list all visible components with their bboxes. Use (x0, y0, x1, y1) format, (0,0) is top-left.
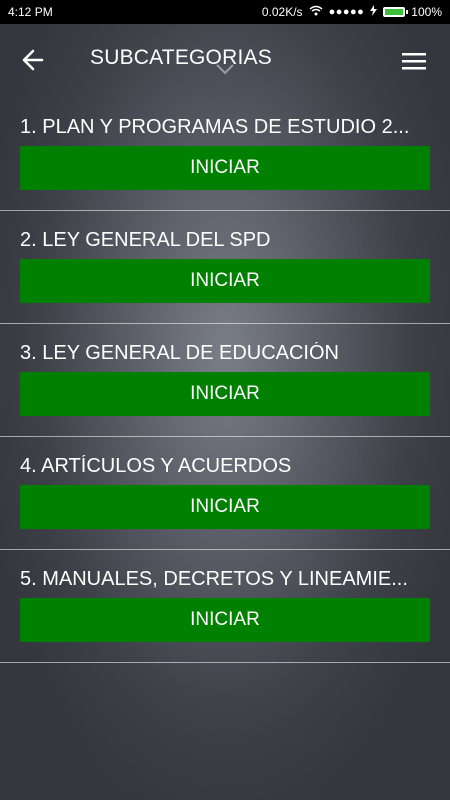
subcategory-title: 2. LEY GENERAL DEL SPD (20, 229, 271, 251)
app-bar: SUBCATEGORIAS (0, 24, 450, 96)
start-button[interactable]: INICIAR (20, 259, 430, 303)
status-time: 4:12 PM (8, 5, 53, 19)
start-button[interactable]: INICIAR (20, 598, 430, 642)
status-indicators: 0.02K/s ●●●●● 100% (262, 5, 442, 19)
list-item: 4. ARTÍCULOS Y ACUERDOS INICIAR (0, 437, 450, 550)
subcategory-title: 4. ARTÍCULOS Y ACUERDOS (20, 455, 292, 477)
status-bar: 4:12 PM 0.02K/s ●●●●● 100% (0, 0, 450, 24)
wifi-icon (309, 5, 323, 19)
subcategory-title: 1. PLAN Y PROGRAMAS DE ESTUDIO 2... (20, 116, 410, 138)
list-item: 1. PLAN Y PROGRAMAS DE ESTUDIO 2... INICI… (0, 98, 450, 211)
subcategory-title: 5. MANUALES, DECRETOS Y LINEAMIE... (20, 568, 408, 590)
list-item: 2. LEY GENERAL DEL SPD INICIAR (0, 211, 450, 324)
battery-icon (383, 7, 409, 17)
list-item: 5. MANUALES, DECRETOS Y LINEAMIE... INICI… (0, 550, 450, 663)
battery-percent: 100% (411, 5, 442, 19)
hamburger-menu-icon[interactable] (398, 49, 430, 73)
charging-icon (370, 5, 378, 19)
start-button[interactable]: INICIAR (20, 146, 430, 190)
page-title: SUBCATEGORIAS (90, 46, 272, 69)
network-speed: 0.02K/s (261, 5, 303, 19)
subcategory-list: 1. PLAN Y PROGRAMAS DE ESTUDIO 2... INICI… (0, 98, 450, 663)
back-arrow-icon[interactable] (18, 46, 50, 74)
subcategory-title: 3. LEY GENERAL DE EDUCACIÓN (20, 342, 339, 364)
start-button[interactable]: INICIAR (20, 485, 430, 529)
list-item: 3. LEY GENERAL DE EDUCACIÓN INICIAR (0, 324, 450, 437)
chevron-down-icon (215, 62, 235, 76)
signal-strength-icon: ●●●●● (328, 6, 365, 18)
start-button[interactable]: INICIAR (20, 372, 430, 416)
